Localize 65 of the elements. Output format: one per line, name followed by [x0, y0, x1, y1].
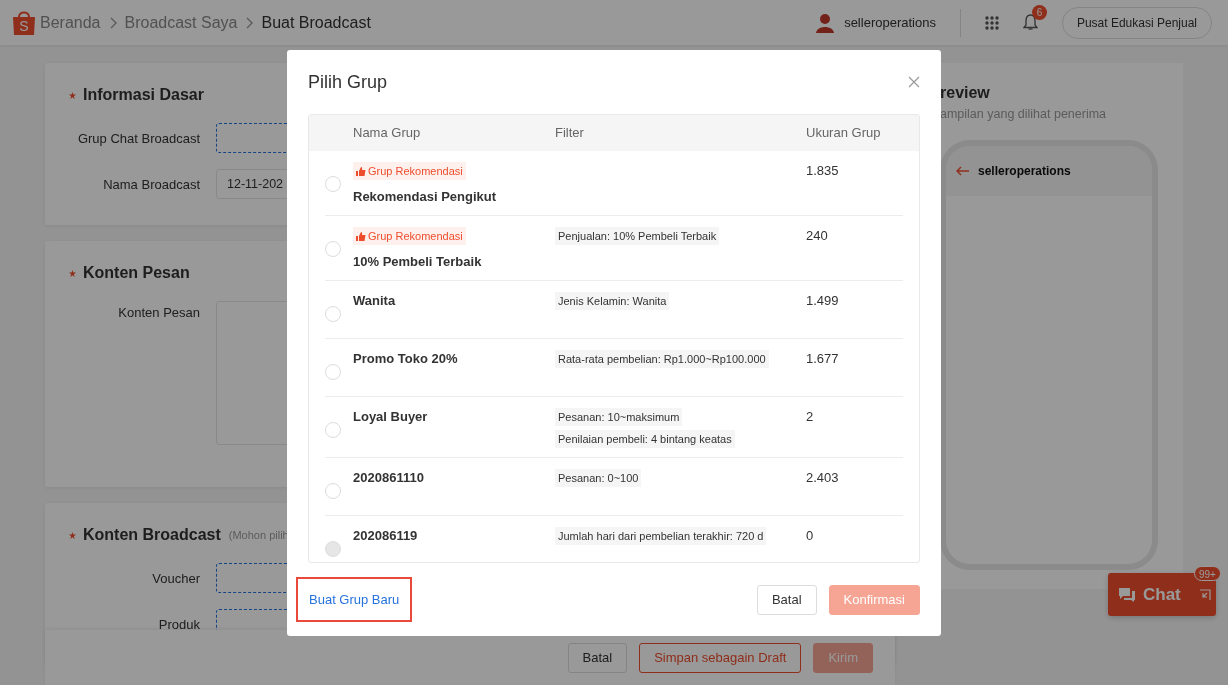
chat-bubbles-icon — [1118, 586, 1136, 603]
thumbs-up-icon — [356, 231, 366, 241]
filter-tag: Pesanan: 10~maksimum — [555, 408, 683, 426]
avatar-icon — [814, 11, 837, 34]
username: selleroperations — [844, 13, 936, 32]
radio-button[interactable] — [325, 241, 341, 257]
filter-tag: Penilaian pembeli: 4 bintang keatas — [555, 430, 735, 448]
filter-tag: Penjualan: 10% Pembeli Terbaik — [555, 227, 720, 245]
column-header: Nama Grup — [353, 124, 422, 143]
preview-title: review — [940, 83, 991, 103]
field-label: Produk — [157, 616, 200, 634]
radio-button[interactable] — [325, 364, 341, 380]
section-title: Konten Broadcast — [83, 525, 221, 545]
group-name: Wanita — [353, 292, 396, 310]
group-name: 10% Pembeli Terbaik — [353, 253, 482, 271]
field-label: Nama Broadcast — [102, 176, 200, 194]
filter-tag: Jenis Kelamin: Wanita — [555, 292, 670, 310]
help-center-button[interactable]: Pusat Edukasi Penjual — [1061, 6, 1212, 39]
group-size: 2 — [806, 408, 814, 426]
preview-subtitle: ampilan yang dilihat penerima — [940, 106, 1108, 123]
group-size: 240 — [806, 227, 828, 245]
action-button[interactable]: Batal — [567, 642, 628, 673]
group-size: 1.677 — [806, 350, 839, 368]
group-size: 2.403 — [806, 469, 839, 487]
radio-button[interactable] — [325, 306, 341, 322]
section-title: Informasi Dasar — [83, 85, 204, 105]
bell-icon[interactable] — [1022, 14, 1038, 31]
chat-title: selleroperations — [978, 162, 1071, 180]
breadcrumb-link[interactable]: Beranda — [40, 10, 101, 35]
group-name: 2020861110 — [353, 469, 424, 487]
tag-label: Grup Rekomendasi — [368, 229, 463, 244]
field-label: Grup Chat Broadcast — [76, 130, 200, 148]
group-name: 202086119 — [353, 527, 418, 545]
grid-menu-icon[interactable] — [984, 15, 999, 30]
group-name: Loyal Buyer — [353, 408, 428, 426]
close-icon[interactable] — [908, 76, 920, 88]
group-name: Promo Toko 20% — [353, 350, 458, 368]
filter-tag: Jumlah hari dari pembelian terakhir: 720 d — [555, 527, 767, 545]
column-header: Ukuran Grup — [806, 124, 881, 143]
unread-badge: 99+ — [1194, 566, 1221, 581]
tag-label: Grup Rekomendasi — [368, 164, 463, 179]
create-group-link[interactable]: Buat Grup Baru — [298, 578, 411, 621]
thumbs-up-icon — [356, 166, 366, 176]
column-header: Filter — [555, 124, 585, 143]
dialog-title: Pilih Grup — [308, 70, 388, 94]
cancel-button[interactable]: Batal — [756, 584, 817, 615]
field-label: Voucher — [151, 570, 200, 588]
back-arrow-icon[interactable] — [956, 165, 970, 176]
section-title: Konten Pesan — [83, 263, 190, 283]
filter-tag: Pesanan: 0~100 — [555, 469, 642, 487]
breadcrumb-link[interactable]: Broadcast Saya — [124, 10, 238, 35]
radio-button[interactable] — [325, 422, 341, 438]
field-label: Konten Pesan — [117, 304, 200, 322]
chevron-right-icon — [108, 16, 117, 29]
group-size: 1.499 — [806, 292, 839, 310]
popout-icon — [1198, 588, 1211, 601]
chevron-right-icon — [245, 16, 254, 29]
group-size: 1.835 — [806, 162, 839, 180]
group-size: 0 — [806, 527, 814, 545]
radio-button[interactable] — [325, 483, 341, 499]
filter-tag: Rata-rata pembelian: Rp1.000~Rp100.000 — [555, 350, 769, 368]
notification-badge: 6 — [1031, 5, 1047, 20]
action-button[interactable]: Simpan sebagain Draft — [639, 642, 802, 673]
radio-button[interactable] — [325, 176, 341, 192]
group-name: Rekomendasi Pengikut — [353, 188, 497, 206]
